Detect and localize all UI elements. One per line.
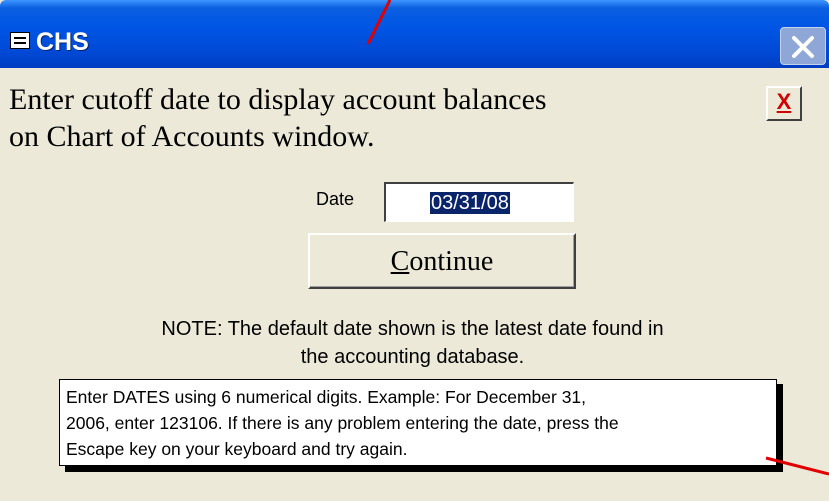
dialog-window: CHS Enter cutoff date to display account… xyxy=(0,0,829,501)
annotation-arrows xyxy=(366,0,829,476)
bottom-pointer-line xyxy=(765,456,829,476)
top-pointer-line xyxy=(366,0,392,45)
